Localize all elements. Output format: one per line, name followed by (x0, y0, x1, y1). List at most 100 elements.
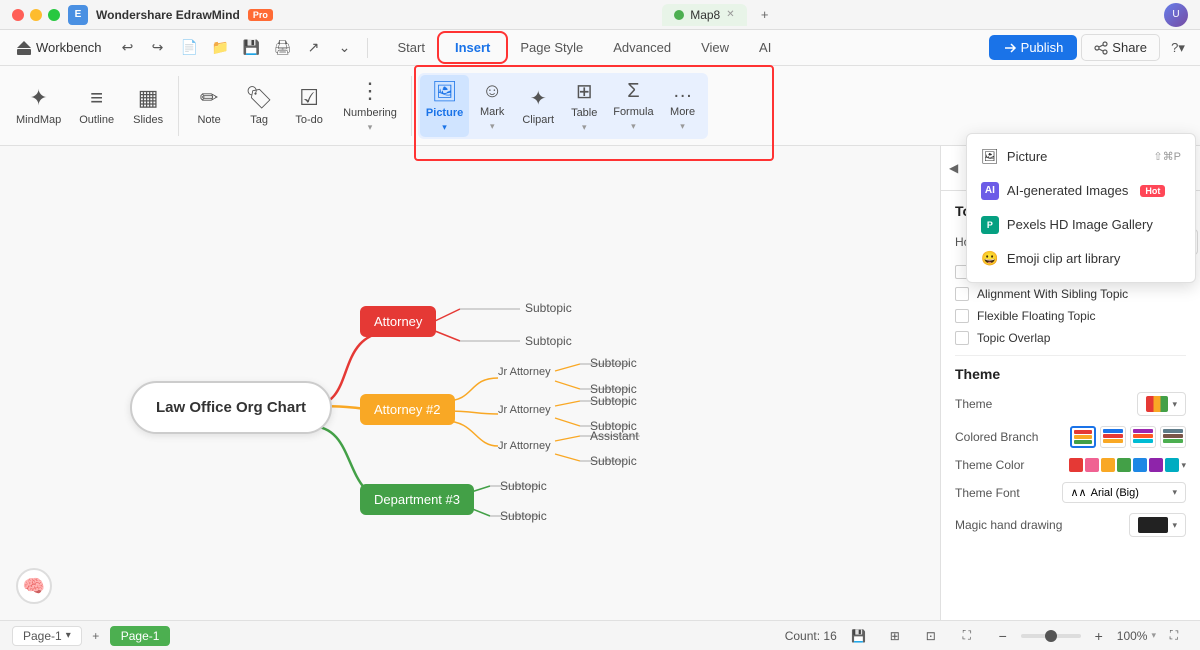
canvas[interactable]: Law Office Org Chart Attorney Subtopic S… (0, 146, 940, 620)
central-node[interactable]: Law Office Org Chart (130, 381, 332, 434)
magic-selector[interactable]: ▾ (1129, 513, 1186, 537)
ribbon-formula[interactable]: Σ Formula ▾ (607, 76, 659, 136)
font-value: Arial (Big) (1091, 487, 1139, 499)
status-icon-2[interactable]: ⊞ (881, 622, 909, 650)
branch-dept3[interactable]: Department #3 (360, 484, 474, 515)
ribbon-todo[interactable]: ☑ To-do (285, 81, 333, 130)
page-tab-active-label: Page-1 (121, 629, 160, 643)
more-icon[interactable]: ⌄ (331, 34, 359, 62)
page-tab-active[interactable]: Page-1 (110, 626, 171, 646)
sub-dept3-1[interactable]: Subtopic (500, 479, 547, 493)
ribbon-outline[interactable]: ≡ Outline (71, 81, 122, 130)
ribbon-tag[interactable]: 🏷 Tag (235, 81, 283, 130)
close-button[interactable] (12, 9, 24, 21)
dropdown-pexels[interactable]: P Pexels HD Image Gallery (967, 208, 1195, 242)
tab-view[interactable]: View (687, 35, 743, 60)
print-icon[interactable]: 🖨 (269, 34, 297, 62)
swatch-red[interactable] (1069, 458, 1083, 472)
redo-button[interactable]: ↪ (144, 34, 172, 62)
open-file-icon[interactable]: 📁 (207, 34, 235, 62)
new-file-icon[interactable]: 📄 (176, 34, 204, 62)
dropdown-picture[interactable]: 🖼 Picture ⇧⌘P (967, 140, 1195, 174)
workbench-menu[interactable]: Workbench (8, 36, 110, 60)
branch-attorney2[interactable]: Attorney #2 (360, 394, 455, 425)
undo-button[interactable]: ↩ (114, 34, 142, 62)
panel-collapse-btn[interactable]: ◀ (949, 161, 958, 175)
swatch-yellow[interactable] (1101, 458, 1115, 472)
publish-button[interactable]: Publish (989, 35, 1078, 60)
tab-start[interactable]: Start (384, 35, 439, 60)
sub-jr1[interactable]: Jr Attorney (498, 366, 551, 378)
dropdown-ai-images[interactable]: AI AI-generated Images Hot (967, 174, 1195, 208)
maximize-button[interactable] (48, 9, 60, 21)
menu-tabs: Start Insert Page Style Advanced View AI (384, 35, 786, 60)
export-icon[interactable]: ↗ (300, 34, 328, 62)
swatch-blue[interactable] (1133, 458, 1147, 472)
tab-insert[interactable]: Insert (441, 35, 504, 60)
sub-jr3[interactable]: Jr Attorney (498, 440, 551, 452)
ribbon-mark[interactable]: ☺ Mark ▾ (469, 76, 515, 136)
ribbon-picture[interactable]: 🖼 Picture ▾ (420, 75, 469, 137)
branch-attorney[interactable]: Attorney (360, 306, 436, 337)
alignment-checkbox[interactable] (955, 287, 969, 301)
tab-page-style[interactable]: Page Style (506, 35, 597, 60)
leaf-jr2-1[interactable]: Subtopic (590, 394, 637, 408)
checkbox-flexible: Flexible Floating Topic (955, 309, 1186, 323)
sub-attorney-1[interactable]: Subtopic (525, 301, 572, 315)
status-icon-4[interactable]: ⛶ (953, 622, 981, 650)
zoom-in-button[interactable]: + (1085, 622, 1113, 650)
add-page-button[interactable]: + (86, 626, 106, 646)
share-button[interactable]: Share (1081, 34, 1160, 61)
dropdown-emoji[interactable]: 😀 Emoji clip art library (967, 242, 1195, 276)
leaf-jr3-2[interactable]: Subtopic (590, 454, 637, 468)
ribbon-mindmap[interactable]: ✦ MindMap (8, 81, 69, 130)
color-dropdown-arrow[interactable]: ▾ (1181, 460, 1186, 471)
status-icon-1[interactable]: 💾 (845, 622, 873, 650)
sub-attorney-2[interactable]: Subtopic (525, 334, 572, 348)
swatch-purple[interactable] (1149, 458, 1163, 472)
cb-option-4[interactable] (1160, 426, 1186, 448)
mindmap-label: MindMap (16, 114, 61, 126)
help-button[interactable]: ?▾ (1164, 34, 1192, 62)
outline-icon: ≡ (90, 85, 103, 111)
ribbon-more[interactable]: … More ▾ (660, 76, 706, 136)
add-tab-button[interactable]: + (755, 5, 775, 25)
sub-jr2[interactable]: Jr Attorney (498, 404, 551, 416)
tab-close-icon[interactable]: ✕ (726, 9, 734, 20)
ribbon-note[interactable]: ✏ Note (185, 81, 233, 130)
font-selector[interactable]: ∧∧ Arial (Big) ▾ (1062, 482, 1187, 503)
zoom-level: 100% (1117, 629, 1148, 643)
flexible-checkbox[interactable] (955, 309, 969, 323)
cb-option-1[interactable] (1070, 426, 1096, 448)
map-tab[interactable]: Map8 ✕ (662, 4, 746, 26)
cb-option-3[interactable] (1130, 426, 1156, 448)
tab-ai[interactable]: AI (745, 35, 785, 60)
ribbon-slides[interactable]: ▦ Slides (124, 81, 172, 130)
tab-advanced[interactable]: Advanced (599, 35, 685, 60)
fullscreen-button[interactable]: ⛶ (1160, 622, 1188, 650)
leaf-jr3-1[interactable]: Assistant (590, 429, 639, 443)
cb-option-2[interactable] (1100, 426, 1126, 448)
ribbon-numbering[interactable]: ⋮ Numbering ▾ (335, 74, 405, 137)
status-icon-3[interactable]: ⊡ (917, 622, 945, 650)
zoom-slider[interactable] (1021, 634, 1081, 638)
minimize-button[interactable] (30, 9, 42, 21)
traffic-lights (12, 9, 60, 21)
swatch-pink[interactable] (1085, 458, 1099, 472)
leaf-jr1-1[interactable]: Subtopic (590, 356, 637, 370)
swatch-green[interactable] (1117, 458, 1131, 472)
toolbar-icons: 📄 📁 💾 🖨 ↗ ⌄ (176, 34, 359, 62)
theme-selector[interactable]: ▾ (1137, 392, 1186, 416)
ribbon-clipart[interactable]: ✦ Clipart (515, 82, 561, 130)
mindmap-icon: ✦ (29, 85, 47, 111)
save-icon[interactable]: 💾 (238, 34, 266, 62)
overlap-checkbox[interactable] (955, 331, 969, 345)
zoom-out-button[interactable]: − (989, 622, 1017, 650)
page-tab-1[interactable]: Page-1 ▾ (12, 626, 82, 646)
sub-dept3-2[interactable]: Subtopic (500, 509, 547, 523)
swatch-cyan[interactable] (1165, 458, 1179, 472)
more-arrow: ▾ (680, 121, 685, 132)
app-name: Wondershare EdrawMind (96, 8, 240, 22)
ribbon-table[interactable]: ⊞ Table ▾ (561, 75, 607, 137)
avatar[interactable]: U (1164, 3, 1188, 27)
